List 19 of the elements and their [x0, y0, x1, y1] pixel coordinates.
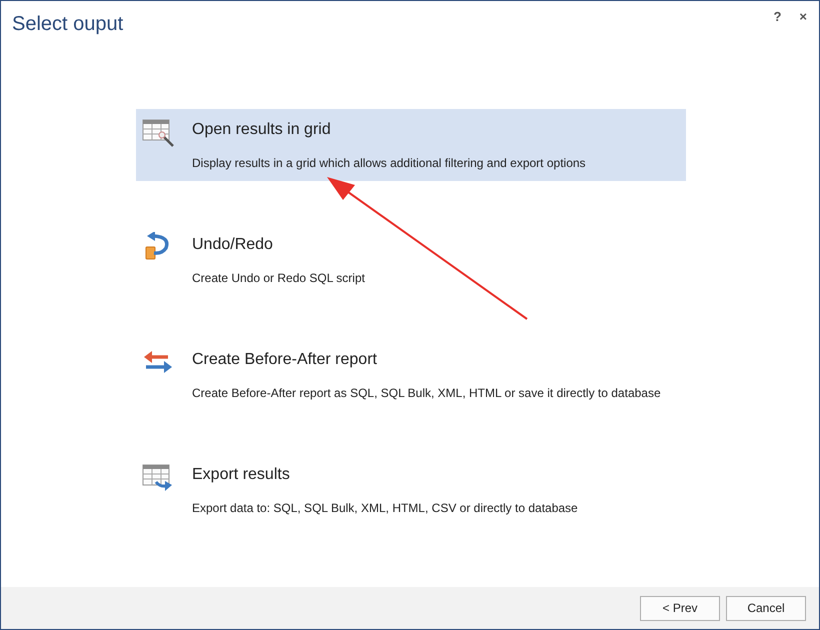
option-title: Export results	[192, 466, 291, 484]
table-magnifier-icon	[142, 117, 174, 147]
option-description: Display results in a grid which allows additional filtering and export options	[192, 156, 586, 170]
option-description: Export data to: SQL, SQL Bulk, XML, HTML, CSV or directly to database	[192, 501, 578, 515]
table-export-icon	[142, 462, 174, 492]
window-title: Select ouput	[12, 13, 124, 36]
cancel-button[interactable]: Cancel	[726, 596, 806, 620]
option-title: Open results in grid	[192, 121, 332, 139]
output-option[interactable]: Export results Export data to: SQL, SQL Bulk, XML, HTML, CSV or directly to database	[136, 454, 686, 526]
close-button[interactable]: ×	[797, 9, 809, 24]
help-button[interactable]: ?	[771, 9, 784, 24]
prev-button[interactable]: < Prev	[640, 596, 720, 620]
output-option[interactable]: Open results in grid Display results in a grid which allows additional filtering and export options	[136, 109, 686, 181]
option-description: Create Undo or Redo SQL script	[192, 271, 365, 285]
option-description: Create Before-After report as SQL, SQL Bulk, XML, HTML or save it directly to database	[192, 386, 661, 400]
option-title: Undo/Redo	[192, 236, 274, 254]
option-title: Create Before-After report	[192, 351, 378, 369]
output-option[interactable]: Undo/Redo Create Undo or Redo SQL script	[136, 224, 686, 296]
output-option[interactable]: Create Before-After report Create Before-After report as SQL, SQL Bulk, XML, HTML or save it directly to database	[136, 339, 686, 411]
